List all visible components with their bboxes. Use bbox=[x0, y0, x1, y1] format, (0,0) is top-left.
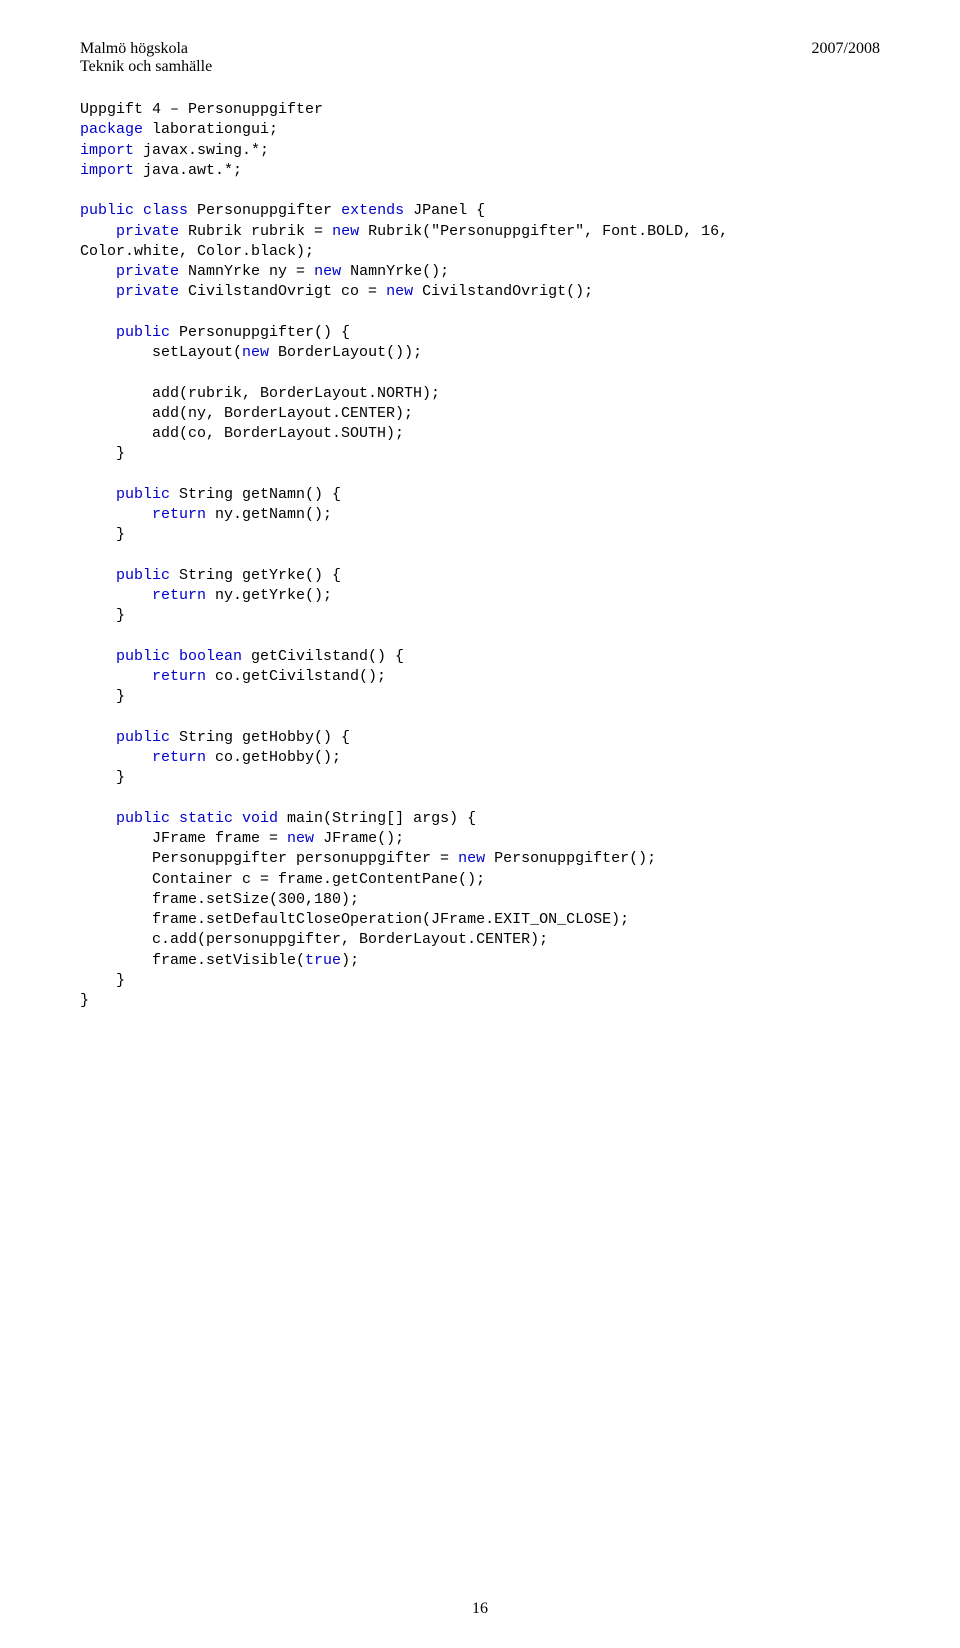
keyword-return: return bbox=[80, 749, 206, 766]
code-text: add(co, BorderLayout.SOUTH); bbox=[80, 425, 404, 442]
code-text: Rubrik rubrik = bbox=[179, 223, 332, 240]
keyword-public: public bbox=[80, 729, 170, 746]
document-page: Malmö högskola Teknik och samhälle 2007/… bbox=[0, 0, 960, 1648]
code-text: JFrame(); bbox=[314, 830, 404, 847]
header-left: Malmö högskola Teknik och samhälle bbox=[80, 40, 212, 76]
code-text: JFrame frame = bbox=[80, 830, 287, 847]
code-text: add(ny, BorderLayout.CENTER); bbox=[80, 405, 413, 422]
code-text: Rubrik("Personuppgifter", Font.BOLD, 16, bbox=[359, 223, 728, 240]
code-text: javax.swing.*; bbox=[134, 142, 269, 159]
school-name: Malmö högskola bbox=[80, 40, 212, 58]
keyword-return: return bbox=[80, 506, 206, 523]
code-text: CivilstandOvrigt co = bbox=[179, 283, 386, 300]
code-text: add(rubrik, BorderLayout.NORTH); bbox=[80, 385, 440, 402]
code-text: java.awt.*; bbox=[134, 162, 242, 179]
code-text: co.getHobby(); bbox=[206, 749, 341, 766]
code-text: NamnYrke ny = bbox=[179, 263, 314, 280]
code-text: main(String[] args) { bbox=[278, 810, 476, 827]
header-right: 2007/2008 bbox=[812, 40, 880, 76]
keyword-new: new bbox=[458, 850, 485, 867]
code-text: } bbox=[80, 607, 125, 624]
keyword-public-boolean: public boolean bbox=[80, 648, 242, 665]
keyword-true: true bbox=[305, 952, 341, 969]
code-text: Personuppgifter personuppgifter = bbox=[80, 850, 458, 867]
keyword-private: private bbox=[80, 283, 179, 300]
code-text: String getNamn() { bbox=[170, 486, 341, 503]
code-text: } bbox=[80, 972, 125, 989]
keyword-public: public bbox=[80, 324, 170, 341]
code-text: String getHobby() { bbox=[170, 729, 350, 746]
code-text: } bbox=[80, 992, 89, 1009]
page-number: 16 bbox=[472, 1600, 488, 1617]
code-text: laborationgui; bbox=[143, 121, 278, 138]
code-title: Uppgift 4 – Personuppgifter bbox=[80, 101, 323, 118]
department-name: Teknik och samhälle bbox=[80, 58, 212, 76]
code-text: } bbox=[80, 445, 125, 462]
code-text: ny.getNamn(); bbox=[206, 506, 332, 523]
code-text: c.add(personuppgifter, BorderLayout.CENT… bbox=[80, 931, 548, 948]
keyword-new: new bbox=[314, 263, 341, 280]
keyword-public-static-void: public static void bbox=[80, 810, 278, 827]
code-text: } bbox=[80, 688, 125, 705]
keyword-new: new bbox=[287, 830, 314, 847]
code-text: NamnYrke(); bbox=[341, 263, 449, 280]
keyword-public: public bbox=[80, 567, 170, 584]
keyword-new: new bbox=[242, 344, 269, 361]
code-text: Color.white, Color.black); bbox=[80, 243, 314, 260]
code-text: co.getCivilstand(); bbox=[206, 668, 386, 685]
keyword-return: return bbox=[80, 668, 206, 685]
keyword-extends: extends bbox=[341, 202, 404, 219]
code-text: Personuppgifter(); bbox=[485, 850, 656, 867]
keyword-import: import bbox=[80, 142, 134, 159]
keyword-public-class: public class bbox=[80, 202, 188, 219]
page-footer: 16 bbox=[0, 1600, 960, 1618]
code-text: frame.setSize(300,180); bbox=[80, 891, 359, 908]
code-text: } bbox=[80, 769, 125, 786]
keyword-return: return bbox=[80, 587, 206, 604]
keyword-import: import bbox=[80, 162, 134, 179]
academic-year: 2007/2008 bbox=[812, 40, 880, 58]
code-text: CivilstandOvrigt(); bbox=[413, 283, 593, 300]
code-listing: Uppgift 4 – Personuppgifter package labo… bbox=[80, 100, 880, 1011]
keyword-package: package bbox=[80, 121, 143, 138]
keyword-new: new bbox=[332, 223, 359, 240]
code-text: frame.setVisible( bbox=[80, 952, 305, 969]
page-header: Malmö högskola Teknik och samhälle 2007/… bbox=[80, 40, 880, 76]
code-text: Personuppgifter() { bbox=[170, 324, 350, 341]
code-text: JPanel { bbox=[404, 202, 485, 219]
code-text: BorderLayout()); bbox=[269, 344, 422, 361]
code-text: ); bbox=[341, 952, 359, 969]
code-text: String getYrke() { bbox=[170, 567, 341, 584]
code-text: setLayout( bbox=[80, 344, 242, 361]
code-text: } bbox=[80, 526, 125, 543]
code-text: getCivilstand() { bbox=[242, 648, 404, 665]
code-text: ny.getYrke(); bbox=[206, 587, 332, 604]
keyword-public: public bbox=[80, 486, 170, 503]
code-text: Container c = frame.getContentPane(); bbox=[80, 871, 485, 888]
code-text: frame.setDefaultCloseOperation(JFrame.EX… bbox=[80, 911, 629, 928]
keyword-private: private bbox=[80, 223, 179, 240]
keyword-new: new bbox=[386, 283, 413, 300]
keyword-private: private bbox=[80, 263, 179, 280]
code-text: Personuppgifter bbox=[188, 202, 341, 219]
